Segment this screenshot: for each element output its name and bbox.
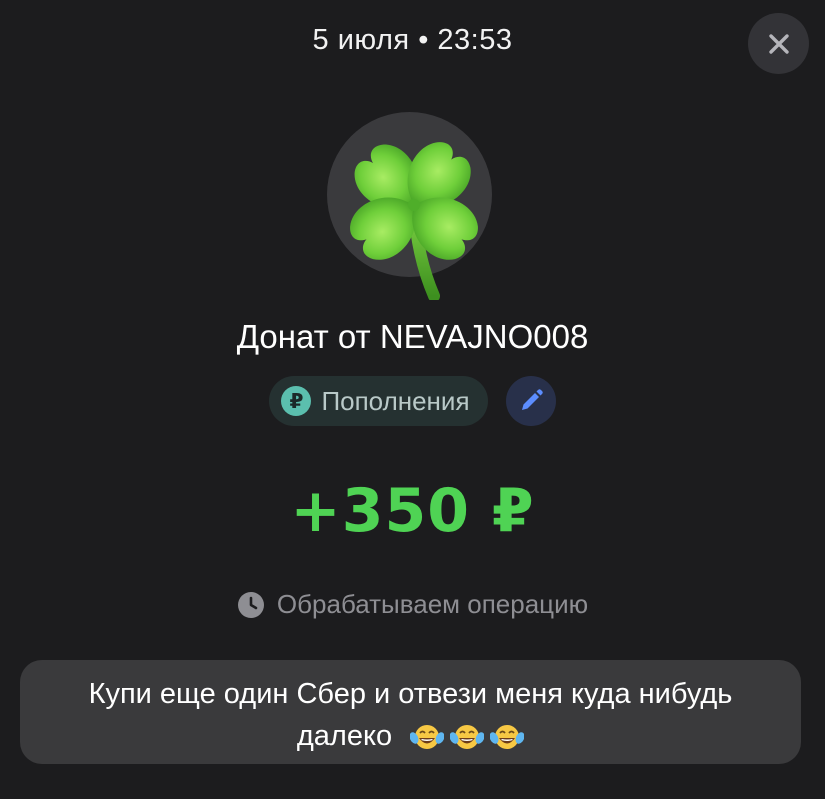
face-with-tears-of-joy-icon xyxy=(490,725,525,750)
close-button[interactable] xyxy=(748,13,809,74)
four-leaf-clover-icon xyxy=(350,142,478,300)
status-text: Обрабатываем операцию xyxy=(276,589,589,619)
category-label: Пополнения xyxy=(321,385,470,416)
status-row: Обрабатываем операцию xyxy=(0,589,825,620)
transaction-details-screen: 5 июля • 23:53 Донат от NEVAJNO008 ₽ Поп… xyxy=(0,0,825,799)
face-with-tears-of-joy-icon xyxy=(450,725,485,750)
close-icon xyxy=(768,33,789,54)
edit-category-button[interactable] xyxy=(505,376,556,426)
transaction-datetime: 5 июля • 23:53 xyxy=(312,24,513,56)
category-chip[interactable]: ₽ Пополнения xyxy=(269,376,488,426)
category-row: ₽ Пополнения xyxy=(0,376,825,426)
transaction-avatar xyxy=(322,100,512,300)
message-line-2: далеко xyxy=(296,720,393,752)
message-line-1: Купи еще один Сбер и отвези меня куда ни… xyxy=(88,678,733,710)
pencil-icon xyxy=(521,389,543,410)
donation-title: Донат от NEVAJNO008 xyxy=(236,318,589,355)
donation-message: Купи еще один Сбер и отвези меня куда ни… xyxy=(20,673,801,757)
clock-icon xyxy=(237,591,264,618)
ruble-icon: ₽ xyxy=(281,386,312,416)
transaction-amount: +350 ₽ xyxy=(290,476,535,546)
face-with-tears-of-joy-icon xyxy=(410,725,445,750)
emoji-group xyxy=(410,722,525,752)
